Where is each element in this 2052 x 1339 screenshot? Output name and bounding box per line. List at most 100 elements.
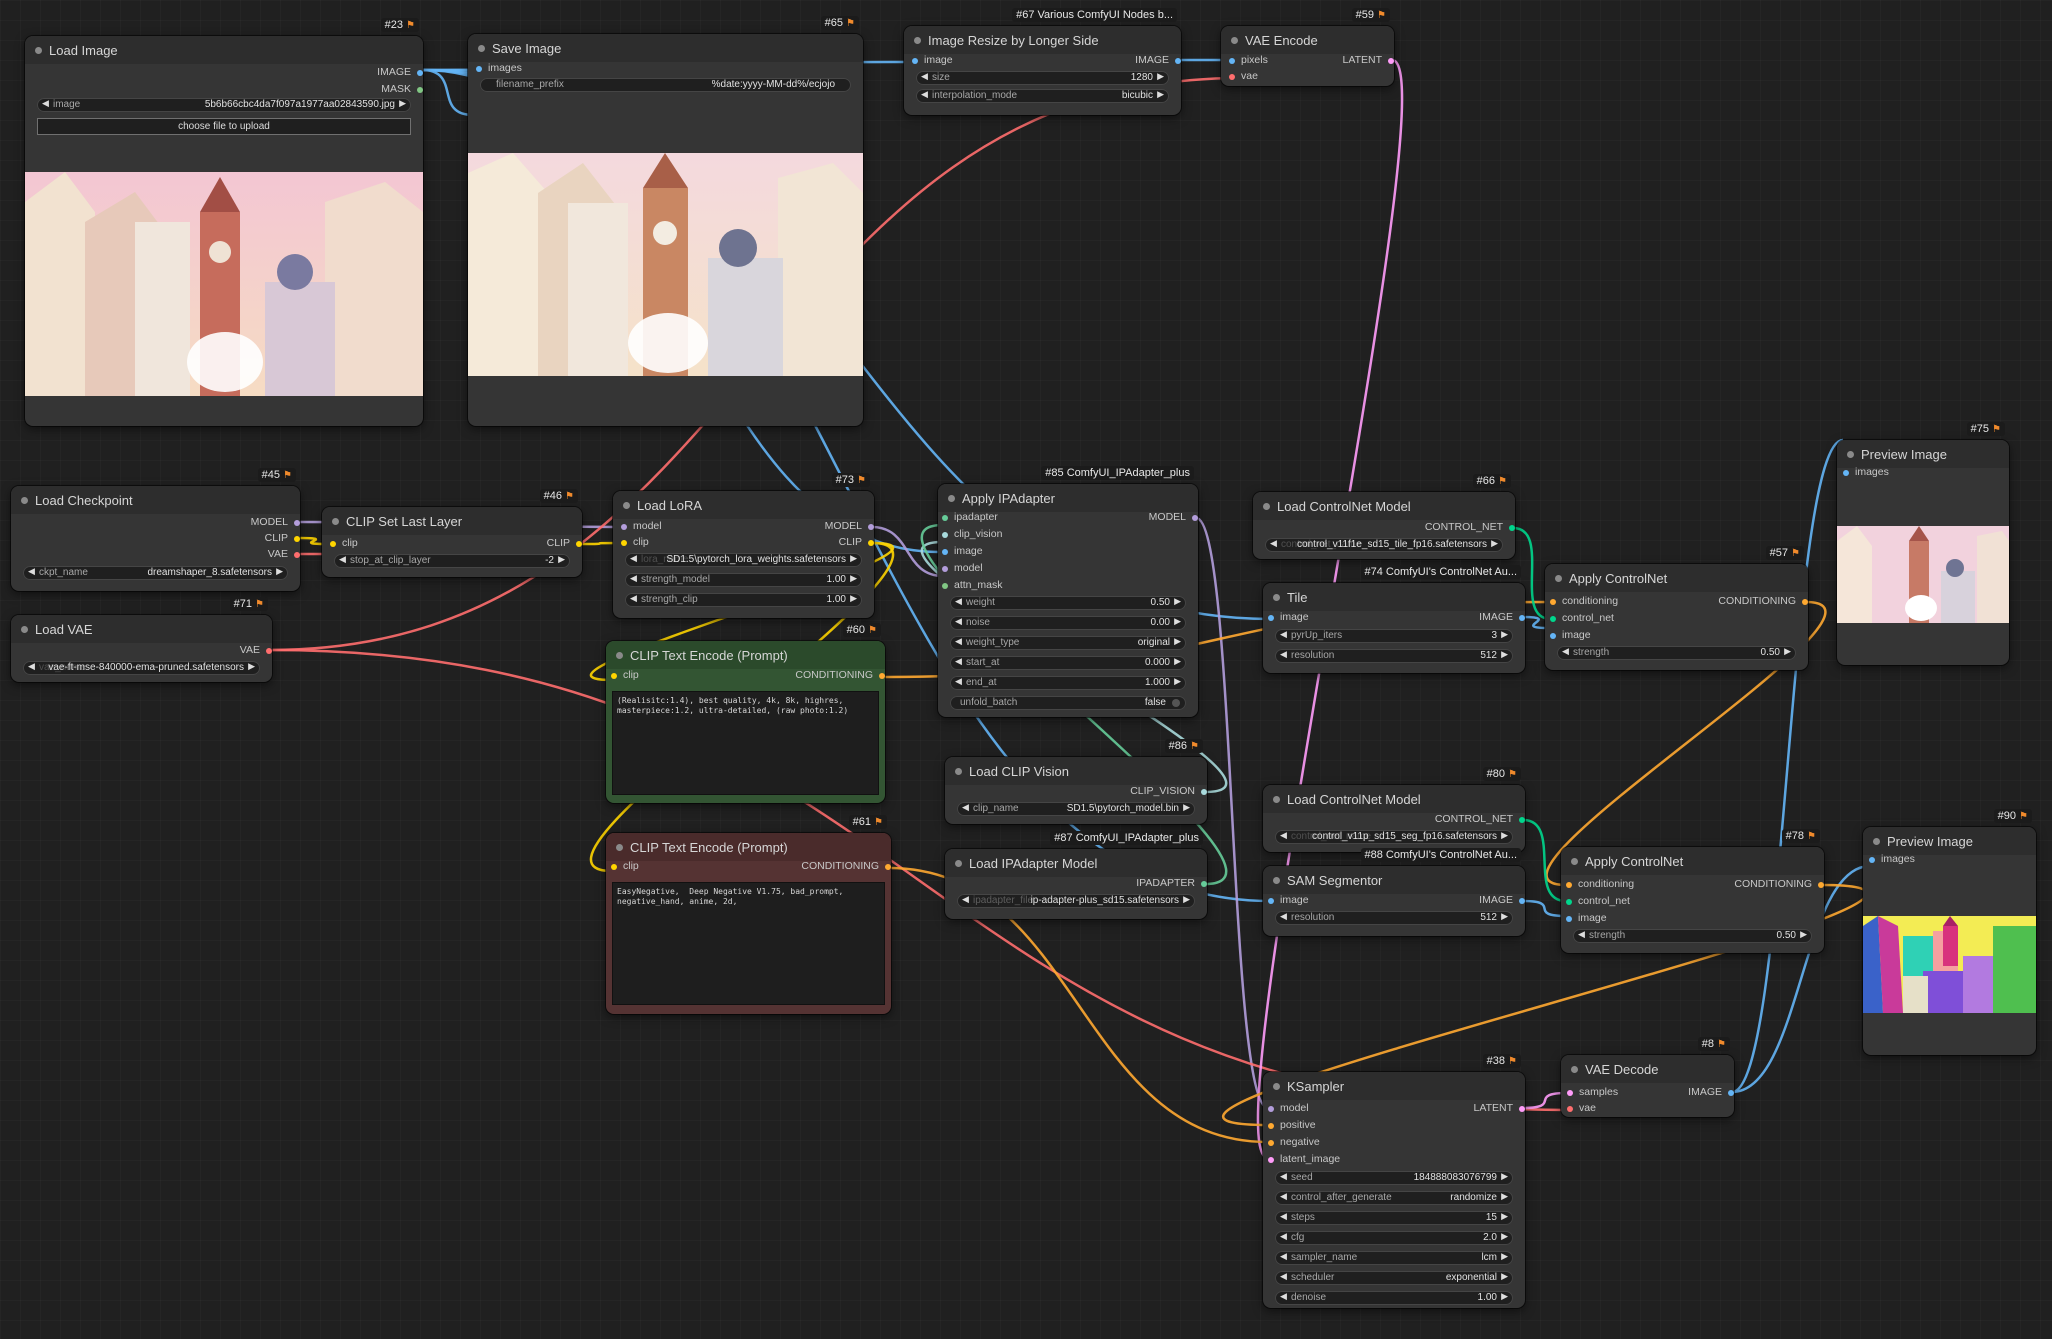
node-vae-decode[interactable]: VAE Decode #8 ⚑ samples vae IMAGE: [1561, 1037, 1734, 1117]
output-control-net[interactable]: CONTROL_NET: [1425, 521, 1515, 533]
input-positive[interactable]: positive: [1268, 1119, 1316, 1131]
output-conditioning[interactable]: CONDITIONING: [795, 669, 885, 681]
input-negative[interactable]: negative: [1268, 1136, 1320, 1148]
output-image[interactable]: IMAGE: [1479, 894, 1525, 906]
output-model[interactable]: MODEL: [825, 520, 874, 532]
input-image[interactable]: image: [1268, 611, 1309, 623]
node-load-ipadapter-model[interactable]: Load IPAdapter Model #87 ComfyUI_IPAdapt…: [945, 831, 1207, 919]
input-control-net[interactable]: control_net: [1550, 612, 1614, 624]
negative-prompt-textarea[interactable]: EasyNegative, Deep Negative V1.75, bad_p…: [612, 882, 885, 1005]
input-model[interactable]: model: [942, 562, 983, 574]
node-load-checkpoint[interactable]: Load Checkpoint #45 ⚑ MODEL CLIP VAE ◀ ckp…: [11, 468, 300, 591]
input-image[interactable]: image: [1566, 912, 1607, 924]
steps-stepper[interactable]: ◀ steps 15 ▶: [1275, 1211, 1513, 1225]
node-vae-encode[interactable]: VAE Encode #59 ⚑ pixels vae LATENT: [1221, 8, 1394, 86]
workflow-canvas[interactable]: Load Image #23 ⚑ IMAGE MASK ◀ image 5b6b66c…: [0, 0, 2052, 1339]
input-model[interactable]: model: [621, 520, 662, 532]
weight-type-select[interactable]: ◀ weight_type original ▶: [950, 636, 1186, 650]
cfg-stepper[interactable]: ◀ cfg 2.0 ▶: [1275, 1231, 1513, 1245]
input-samples[interactable]: samples: [1567, 1086, 1618, 1098]
seed-stepper[interactable]: ◀ seed 184888083076799 ▶: [1275, 1171, 1513, 1185]
ckpt-name-select[interactable]: ◀ ckpt_name dreamshaper_8.safetensors ▶: [23, 566, 288, 580]
ipadapter-file-select[interactable]: ◀ ipadapter_file ip-adapter-plus_sd15.safe…: [957, 894, 1195, 908]
output-conditioning[interactable]: CONDITIONING: [801, 860, 891, 872]
strength-model-stepper[interactable]: ◀ strength_model 1.00 ▶: [625, 573, 862, 587]
node-clip-text-encode-positive[interactable]: CLIP Text Encode (Prompt) #60 ⚑ clip COND…: [606, 623, 885, 803]
output-clip[interactable]: CLIP: [839, 536, 874, 548]
input-vae[interactable]: vae: [1567, 1102, 1596, 1114]
node-sam-segmentor[interactable]: SAM Segmentor #88 ComfyUI's ControlNet A…: [1263, 848, 1525, 936]
output-model[interactable]: MODEL: [1149, 511, 1198, 523]
positive-prompt-textarea[interactable]: (Realisitc:1.4), best quality, 4k, 8k, h…: [612, 691, 879, 795]
input-clip[interactable]: clip: [611, 669, 639, 681]
input-images[interactable]: images: [476, 62, 522, 74]
strength-clip-stepper[interactable]: ◀ strength_clip 1.00 ▶: [625, 593, 862, 607]
node-clip-text-encode-negative[interactable]: CLIP Text Encode (Prompt) #61 ⚑ clip COND…: [606, 815, 891, 1014]
image-select[interactable]: ◀ image 5b6b66cbc4da7f097a1977aa02843590.j…: [37, 98, 411, 112]
output-image[interactable]: IMAGE: [1135, 54, 1181, 66]
output-mask[interactable]: MASK: [381, 83, 423, 95]
input-clip[interactable]: clip: [330, 537, 358, 549]
node-load-image[interactable]: Load Image #23 ⚑ IMAGE MASK ◀ image 5b6b66c…: [25, 18, 423, 426]
input-pixels[interactable]: pixels: [1229, 54, 1268, 66]
output-vae[interactable]: VAE: [240, 644, 272, 656]
output-clip[interactable]: CLIP: [265, 532, 300, 544]
node-apply-controlnet-2[interactable]: Apply ControlNet #78 ⚑ conditioning contr…: [1561, 829, 1824, 953]
node-clip-set-last-layer[interactable]: CLIP Set Last Layer #46 ⚑ clip CLIP ◀ stop…: [322, 489, 582, 577]
input-clip-vision[interactable]: clip_vision: [942, 528, 1002, 540]
node-save-image[interactable]: Save Image #65 ⚑ images filename_prefix %d…: [468, 16, 863, 426]
noise-stepper[interactable]: ◀ noise 0.00 ▶: [950, 616, 1186, 630]
control-net-name-select[interactable]: ◀ control_net_name control_v11f1e_sd15_til…: [1265, 538, 1503, 552]
output-image[interactable]: IMAGE: [377, 66, 423, 78]
input-images[interactable]: images: [1843, 466, 1889, 478]
weight-stepper[interactable]: ◀ weight 0.50 ▶: [950, 596, 1186, 610]
scheduler-select[interactable]: ◀ scheduler exponential ▶: [1275, 1271, 1513, 1285]
output-image[interactable]: IMAGE: [1479, 611, 1525, 623]
input-vae[interactable]: vae: [1229, 70, 1258, 82]
output-latent[interactable]: LATENT: [1474, 1102, 1525, 1114]
input-control-net[interactable]: control_net: [1566, 895, 1630, 907]
node-ksampler[interactable]: KSampler #38 ⚑ model positive negative la…: [1263, 1054, 1525, 1308]
node-apply-ipadapter[interactable]: Apply IPAdapter #85 ComfyUI_IPAdapter_pl…: [938, 466, 1198, 717]
pyrup-iters-stepper[interactable]: ◀ pyrUp_iters 3 ▶: [1275, 629, 1513, 643]
start-at-stepper[interactable]: ◀ start_at 0.000 ▶: [950, 656, 1186, 670]
input-image[interactable]: image: [942, 545, 983, 557]
strength-stepper[interactable]: ◀ strength 0.50 ▶: [1573, 929, 1812, 943]
lora-name-select[interactable]: ◀ lora_name SD1.5\pytorch_lora_weights.saf…: [625, 553, 862, 567]
input-images[interactable]: images: [1869, 853, 1915, 865]
input-image[interactable]: image: [1550, 629, 1591, 641]
input-image[interactable]: image: [1268, 894, 1309, 906]
interpolation-select[interactable]: ◀ interpolation_mode bicubic ▶: [916, 89, 1169, 103]
unfold-batch-toggle[interactable]: unfold_batch false: [950, 696, 1186, 710]
stop-at-clip-layer-stepper[interactable]: ◀ stop_at_clip_layer -2 ▶: [334, 554, 570, 568]
output-clip[interactable]: CLIP: [547, 537, 582, 549]
clip-name-select[interactable]: ◀ clip_name SD1.5\pytorch_model.bin ▶: [957, 802, 1195, 816]
size-stepper[interactable]: ◀ size 1280 ▶: [916, 71, 1169, 85]
input-image[interactable]: image: [912, 54, 953, 66]
input-model[interactable]: model: [1268, 1102, 1309, 1114]
node-load-controlnet-tile[interactable]: Load ControlNet Model #66 ⚑ CONTROL_NET ◀…: [1253, 474, 1515, 559]
node-load-clip-vision[interactable]: Load CLIP Vision #86 ⚑ CLIP_VISION ◀ clip_…: [945, 739, 1207, 824]
resolution-stepper[interactable]: ◀ resolution 512 ▶: [1275, 911, 1513, 925]
resolution-stepper[interactable]: ◀ resolution 512 ▶: [1275, 649, 1513, 663]
output-vae[interactable]: VAE: [268, 548, 300, 560]
input-conditioning[interactable]: conditioning: [1550, 595, 1618, 607]
node-load-vae[interactable]: Load VAE #71 ⚑ VAE ◀ vae_name vae-ft-mse-84…: [11, 597, 272, 682]
vae-name-select[interactable]: ◀ vae_name vae-ft-mse-840000-ema-pruned.sa…: [23, 661, 260, 675]
output-clip-vision[interactable]: CLIP_VISION: [1130, 785, 1207, 797]
input-clip[interactable]: clip: [621, 536, 649, 548]
node-image-resize[interactable]: Image Resize by Longer Side #67 Various …: [904, 8, 1181, 115]
node-load-controlnet-seg[interactable]: Load ControlNet Model #80 ⚑ CONTROL_NET ◀…: [1263, 767, 1525, 852]
node-preview-image-1[interactable]: Preview Image #75 ⚑ images: [1837, 422, 2009, 665]
input-clip[interactable]: clip: [611, 860, 639, 872]
filename-prefix-field[interactable]: filename_prefix %date:yyyy-MM-dd%/ecjojo: [480, 78, 851, 92]
sampler-name-select[interactable]: ◀ sampler_name lcm ▶: [1275, 1251, 1513, 1265]
output-conditioning[interactable]: CONDITIONING: [1734, 878, 1824, 890]
control-net-name-select[interactable]: ◀ control_net_name control_v11p_sd15_seg_f…: [1275, 830, 1513, 844]
output-model[interactable]: MODEL: [251, 516, 300, 528]
input-attn-mask[interactable]: attn_mask: [942, 579, 1002, 591]
node-apply-controlnet-1[interactable]: Apply ControlNet #57 ⚑ conditioning contr…: [1545, 546, 1808, 670]
strength-stepper[interactable]: ◀ strength 0.50 ▶: [1557, 646, 1796, 660]
input-ipadapter[interactable]: ipadapter: [942, 511, 998, 523]
node-tile-preprocessor[interactable]: Tile #74 ComfyUI's ControlNet Au... imag…: [1263, 565, 1525, 673]
